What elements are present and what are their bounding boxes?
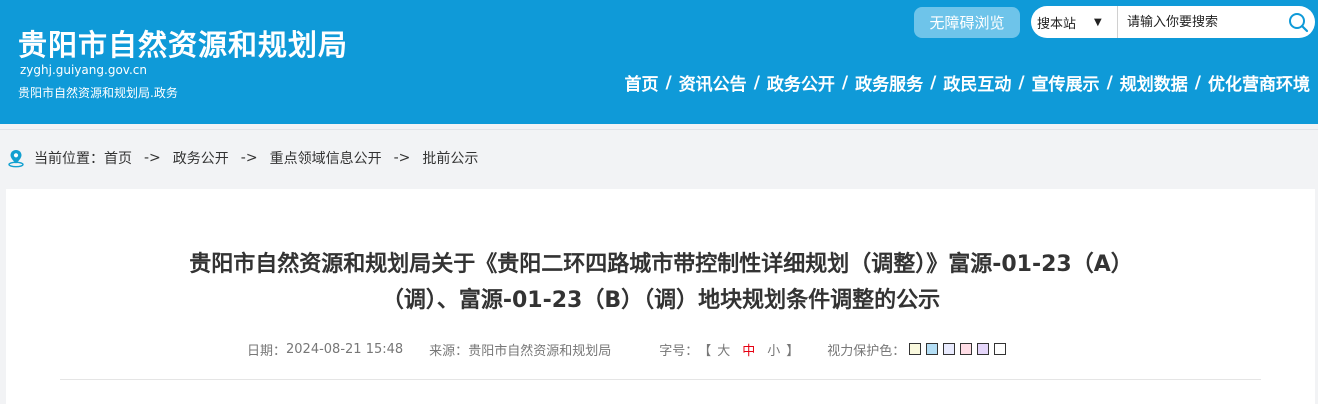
accessibility-button[interactable]: 无障碍浏览 xyxy=(914,7,1020,38)
eye-care-swatch-pink[interactable] xyxy=(960,343,973,355)
date-label: 日期： xyxy=(247,343,287,359)
breadcrumb-separator: -> xyxy=(240,150,258,166)
eye-care-swatch-lavender[interactable] xyxy=(943,343,956,355)
article-meta: 日期： 2024-08-21 15:48 来源： 贵阳市自然资源和规划局 字号：… xyxy=(247,339,1011,359)
source-value: 贵阳市自然资源和规划局 xyxy=(468,343,612,359)
article-title-line-1: 贵阳市自然资源和规划局关于《贵阳二环四路城市带控制性详细规划（调整）》富源-01… xyxy=(189,252,1133,277)
header-divider xyxy=(0,129,1318,130)
breadcrumb-home[interactable]: 首页 xyxy=(104,148,132,168)
breadcrumb: 当前位置： 首页 -> 政务公开 -> 重点领域信息公开 -> 批前公示 xyxy=(6,148,478,168)
eye-care-swatch-yellow[interactable] xyxy=(909,343,922,355)
nav-item-home[interactable]: 首页 xyxy=(624,70,658,95)
font-size-label: 字号： xyxy=(659,343,699,359)
font-size-medium-button[interactable]: 中 xyxy=(742,340,755,359)
site-domain: zyghj.guiyang.gov.cn xyxy=(20,63,147,77)
nav-separator: / xyxy=(1194,72,1201,93)
source-label: 来源： xyxy=(429,343,469,359)
nav-item-gov-affairs[interactable]: 政务公开 xyxy=(767,70,835,95)
nav-item-publicity[interactable]: 宣传展示 xyxy=(1032,70,1100,95)
site-subtitle: 贵阳市自然资源和规划局.政务 xyxy=(18,86,178,100)
search-scope-label: 搜本站 xyxy=(1037,16,1077,32)
article-divider xyxy=(60,379,1261,380)
site-title[interactable]: 贵阳市自然资源和规划局 xyxy=(18,22,348,64)
search-input[interactable] xyxy=(1127,10,1277,34)
breadcrumb-pre-approval[interactable]: 批前公示 xyxy=(422,148,478,168)
breadcrumb-prefix: 当前位置： xyxy=(34,151,104,167)
font-size-bracket-close: 】 xyxy=(786,343,800,359)
article-card: 贵阳市自然资源和规划局关于《贵阳二环四路城市带控制性详细规划（调整）》富源-01… xyxy=(6,189,1315,404)
nav-item-news[interactable]: 资讯公告 xyxy=(679,70,747,95)
search-box: 搜本站 ▼ xyxy=(1031,6,1315,38)
nav-separator: / xyxy=(930,72,937,93)
article-title-line-2: （调）、富源-01-23（B）（调）地块规划条件调整的公示 xyxy=(381,288,941,313)
eye-care-swatch-purple[interactable] xyxy=(977,343,990,355)
breadcrumb-gov-affairs[interactable]: 政务公开 xyxy=(173,148,229,168)
font-size-large-button[interactable]: 大 xyxy=(717,340,730,359)
site-header: 贵阳市自然资源和规划局 zyghj.guiyang.gov.cn 贵阳市自然资源… xyxy=(0,0,1318,124)
eye-care-swatches xyxy=(909,343,1011,355)
main-nav: 首页 / 资讯公告 / 政务公开 / 政务服务 / 政民互动 / 宣传展示 / … xyxy=(624,70,1310,96)
breadcrumb-separator: -> xyxy=(393,150,411,166)
article-title: 贵阳市自然资源和规划局关于《贵阳二环四路城市带控制性详细规划（调整）》富源-01… xyxy=(86,247,1236,319)
eye-care-swatch-white[interactable] xyxy=(994,343,1007,355)
eye-care-label: 视力保护色： xyxy=(827,343,906,359)
chevron-down-icon: ▼ xyxy=(1094,16,1102,28)
breadcrumb-key-areas[interactable]: 重点领域信息公开 xyxy=(270,148,382,168)
font-size-bracket-open: 【 xyxy=(698,343,712,359)
nav-item-interaction[interactable]: 政民互动 xyxy=(943,70,1011,95)
search-scope-select[interactable]: 搜本站 ▼ xyxy=(1037,6,1102,38)
search-divider xyxy=(1117,6,1118,38)
font-size-small-button[interactable]: 小 xyxy=(767,340,780,359)
nav-separator: / xyxy=(1018,72,1025,93)
nav-item-planning-data[interactable]: 规划数据 xyxy=(1120,70,1188,95)
location-pin-icon xyxy=(8,150,24,168)
date-value: 2024-08-21 15:48 xyxy=(286,341,404,357)
breadcrumb-separator: -> xyxy=(144,150,161,166)
nav-separator: / xyxy=(665,72,672,93)
nav-separator: / xyxy=(1106,72,1113,93)
eye-care-swatch-blue[interactable] xyxy=(926,343,939,355)
nav-item-business-env[interactable]: 优化营商环境 xyxy=(1208,70,1310,95)
search-icon[interactable] xyxy=(1287,11,1309,33)
nav-separator: / xyxy=(753,72,760,93)
nav-separator: / xyxy=(841,72,849,93)
nav-item-gov-service[interactable]: 政务服务 xyxy=(855,70,923,95)
